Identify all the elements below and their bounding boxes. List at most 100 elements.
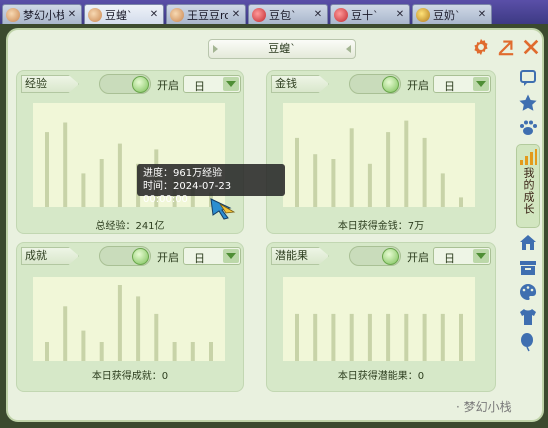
mouse-cursor-icon (208, 196, 238, 220)
settings-gear-icon[interactable] (472, 38, 490, 56)
chart-bar[interactable] (440, 173, 445, 207)
chart-bar[interactable] (459, 313, 463, 361)
chart-bar[interactable] (63, 306, 68, 361)
balloon-icon[interactable] (518, 332, 538, 352)
chart-bar[interactable] (117, 143, 122, 207)
toggle-label: 开启 (157, 251, 179, 264)
chart-bar[interactable] (81, 330, 86, 361)
sidebar-tab-my-growth[interactable]: 我的成长 (516, 144, 540, 228)
close-icon[interactable]: ✕ (230, 9, 242, 21)
select-value: 日 (444, 252, 455, 265)
box-icon[interactable] (518, 257, 538, 277)
chart-bar[interactable] (63, 122, 68, 208)
chart-bar[interactable] (422, 313, 427, 361)
chart-bar[interactable] (367, 313, 372, 361)
chart-bar[interactable] (172, 342, 177, 361)
toggle-label: 开启 (407, 251, 429, 264)
close-icon[interactable] (522, 38, 540, 56)
chart-bar[interactable] (349, 128, 354, 207)
pet-face-icon (88, 7, 102, 22)
money-toggle[interactable] (349, 74, 401, 94)
tab-label: 王豆豆ro (187, 8, 228, 22)
chart-bar[interactable] (313, 154, 318, 207)
chart-bar[interactable] (136, 296, 141, 361)
close-icon[interactable]: ✕ (476, 9, 488, 21)
chart-bar[interactable] (81, 173, 86, 207)
chart-bar[interactable] (367, 163, 372, 207)
tab-2[interactable]: 王豆豆ro ✕ (166, 4, 246, 24)
external-link-icon[interactable] (497, 38, 515, 56)
chat-icon[interactable] (518, 68, 538, 88)
achievement-period-select[interactable]: 日 (183, 247, 241, 265)
experience-toggle[interactable] (99, 74, 151, 94)
chart-bar[interactable] (349, 313, 354, 361)
tab-3[interactable]: 豆包` ✕ (248, 4, 328, 24)
chart-bar[interactable] (99, 342, 104, 361)
chart-bar[interactable] (117, 285, 122, 361)
money-period-select[interactable]: 日 (433, 75, 491, 93)
sidebar-tab-label: 我的成长 (522, 167, 535, 215)
chart-bar[interactable] (45, 342, 49, 361)
chart-bar[interactable] (295, 137, 299, 207)
window-title: 豆蝗` (208, 39, 356, 59)
close-icon[interactable]: ✕ (148, 9, 160, 21)
chart-bar[interactable] (404, 120, 409, 207)
tab-label: 梦幻小栈 (23, 8, 64, 22)
chart-bar[interactable] (422, 137, 427, 207)
toggle-knob (132, 248, 149, 265)
tab-1[interactable]: 豆蝗` ✕ (84, 4, 164, 24)
pet-face-icon (252, 7, 266, 22)
chart-bar[interactable] (331, 159, 336, 207)
achievement-panel: 成就 开启 日 本日获得成就：0 (16, 242, 244, 392)
panel-label: 成就 (21, 247, 79, 265)
chart-bar[interactable] (313, 313, 318, 361)
palette-icon[interactable] (518, 282, 538, 302)
chart-bar[interactable] (459, 197, 463, 207)
potential-toggle[interactable] (349, 246, 401, 266)
chart-bar[interactable] (440, 313, 445, 361)
achievement-chart-svg (45, 285, 213, 361)
chart-bar[interactable] (209, 342, 213, 361)
achievement-toggle[interactable] (99, 246, 151, 266)
paw-icon[interactable] (518, 118, 538, 138)
experience-period-select[interactable]: 日 (183, 75, 241, 93)
chart-bar[interactable] (45, 132, 49, 207)
panel-label: 金钱 (271, 75, 329, 93)
chevron-down-icon (473, 77, 489, 91)
chart-bar[interactable] (154, 313, 159, 361)
pet-face-icon (334, 7, 348, 22)
money-chart (283, 103, 475, 207)
right-sidebar: 我的成长 (516, 64, 542, 364)
pet-face-icon (416, 7, 430, 22)
chart-bar[interactable] (331, 313, 336, 361)
tab-4[interactable]: 豆十` ✕ (330, 4, 410, 24)
tooltip-progress: 进度：961万经验 (143, 168, 223, 179)
chart-bar[interactable] (190, 342, 195, 361)
money-panel: 金钱 开启 日 本日获得金钱：7万 (266, 70, 496, 234)
potential-period-select[interactable]: 日 (433, 247, 491, 265)
potential-chart-svg (295, 313, 463, 361)
tab-0[interactable]: 梦幻小栈 ✕ (2, 4, 82, 24)
star-icon[interactable] (518, 93, 538, 113)
tab-label: 豆十` (351, 8, 379, 22)
tab-label: 豆包` (269, 8, 297, 22)
close-icon[interactable]: ✕ (312, 9, 324, 21)
panel-label: 潜能果 (271, 247, 329, 265)
chart-bar[interactable] (99, 159, 104, 207)
watermark: · 梦幻小栈 (456, 400, 512, 414)
close-icon[interactable]: ✕ (394, 9, 406, 21)
browser-tab-strip: 梦幻小栈 ✕ 豆蝗` ✕ 王豆豆ro ✕ 豆包` ✕ 豆十` ✕ 豆奶` ✕ (0, 0, 548, 24)
growth-window: 豆蝗` 经验 开启 日 总经验：241亿 金钱 开启 日 本日获得金钱：7万 成… (6, 28, 544, 422)
chart-bar[interactable] (295, 313, 299, 361)
house-icon[interactable] (518, 232, 538, 252)
chart-bar[interactable] (404, 313, 409, 361)
select-value: 日 (194, 252, 205, 265)
money-chart-svg (295, 120, 463, 207)
close-icon[interactable]: ✕ (66, 9, 78, 21)
tab-5[interactable]: 豆奶` ✕ (412, 4, 492, 24)
chart-bar[interactable] (386, 132, 391, 207)
shirt-icon[interactable] (518, 307, 538, 327)
chevron-down-icon (223, 249, 239, 263)
select-value: 日 (194, 80, 205, 93)
chart-bar[interactable] (386, 313, 391, 361)
